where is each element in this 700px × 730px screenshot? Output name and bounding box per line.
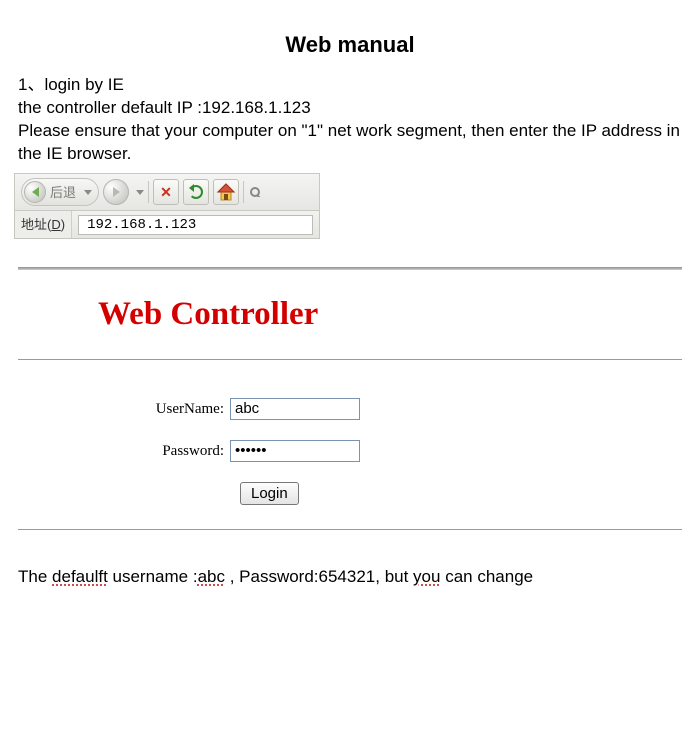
separator <box>243 181 244 203</box>
ie-toolbar: 后退 ✕ 地址(D) <box>14 173 320 239</box>
username-label: UserName: <box>18 399 230 419</box>
separator <box>148 181 149 203</box>
address-label-suffix: ) <box>61 216 65 234</box>
ie-nav-bar: 后退 ✕ <box>14 173 320 211</box>
password-row: Password: <box>18 440 700 462</box>
chevron-down-icon <box>84 190 92 195</box>
separator <box>18 529 682 530</box>
search-button[interactable] <box>248 187 266 197</box>
refresh-icon <box>189 185 203 199</box>
stop-button[interactable]: ✕ <box>153 179 179 205</box>
footnote-text: The defaulft username :abc , Password:65… <box>0 566 700 589</box>
back-button[interactable]: 后退 <box>21 178 99 206</box>
back-label: 后退 <box>50 184 76 202</box>
web-controller-title: Web Controller <box>0 270 700 359</box>
username-row: UserName: <box>18 398 700 420</box>
address-label: 地址(D) <box>15 211 72 238</box>
login-form: UserName: Password: Login <box>0 398 700 505</box>
home-icon <box>216 183 236 201</box>
page-title: Web manual <box>0 30 700 60</box>
refresh-button[interactable] <box>183 179 209 205</box>
intro-line-3: Please ensure that your computer on "1" … <box>18 120 690 166</box>
intro-text: 1、login by IE the controller default IP … <box>0 74 700 166</box>
password-field[interactable] <box>230 440 360 462</box>
address-label-accel: D <box>51 216 60 234</box>
footnote-tail: can change <box>440 567 533 586</box>
address-label-prefix: 地址( <box>21 216 51 234</box>
intro-line-2: the controller default IP :192.168.1.123 <box>18 97 690 120</box>
separator <box>18 359 682 360</box>
footnote-abc: abc <box>198 567 225 586</box>
stop-icon: ✕ <box>160 183 172 202</box>
username-field[interactable] <box>230 398 360 420</box>
search-icon <box>250 187 260 197</box>
footnote-mid1: username : <box>108 567 198 586</box>
back-icon <box>24 181 46 203</box>
footnote-prefix: The <box>18 567 52 586</box>
intro-line-1: 1、login by IE <box>18 74 690 97</box>
login-button[interactable]: Login <box>240 482 299 505</box>
address-input[interactable] <box>78 215 313 235</box>
home-button[interactable] <box>213 179 239 205</box>
forward-icon <box>103 179 129 205</box>
ie-address-bar: 地址(D) <box>14 211 320 239</box>
forward-button[interactable] <box>103 179 144 205</box>
chevron-down-icon <box>136 190 144 195</box>
footnote-defaultt: defaulft <box>52 567 108 586</box>
footnote-mid2: , Password:654321, but <box>225 567 413 586</box>
password-label: Password: <box>18 441 230 461</box>
footnote-you: you <box>413 567 440 586</box>
